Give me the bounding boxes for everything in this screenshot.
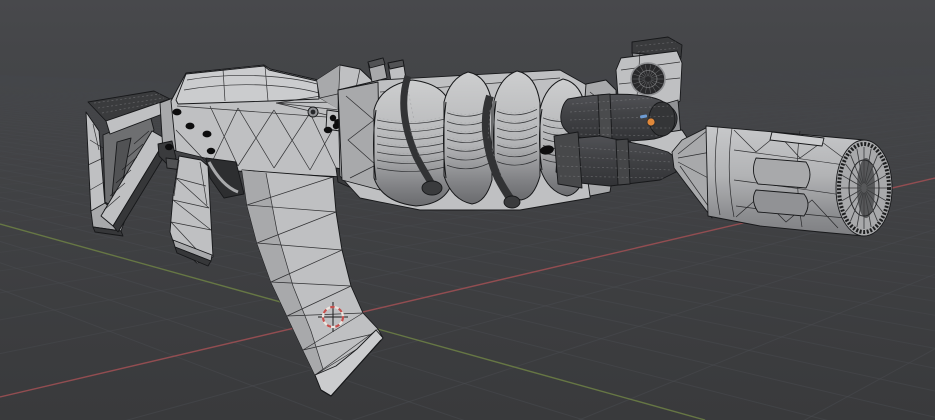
viewport-canvas[interactable] [0,0,935,420]
origin-dot[interactable] [647,118,655,126]
viewport-3d[interactable] [0,0,935,420]
